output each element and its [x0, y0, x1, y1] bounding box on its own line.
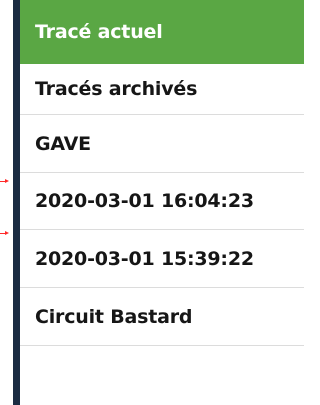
- menu-item-track-2020-03-01-153922[interactable]: 2020-03-01 15:39:22: [20, 230, 304, 287]
- menu-item-track-circuit-bastard[interactable]: Circuit Bastard: [20, 288, 304, 345]
- annotation-arrow-icon: [0, 179, 9, 183]
- menu-item-track-gave[interactable]: GAVE: [20, 115, 304, 172]
- divider: [20, 345, 304, 346]
- menu-item-track-2020-03-01-160423[interactable]: 2020-03-01 16:04:23: [20, 173, 304, 229]
- tracks-menu: Tracé actuel Tracés archivés GAVE 2020-0…: [20, 0, 304, 405]
- annotation-arrow-icon: [0, 231, 9, 235]
- menu-item-current-track[interactable]: Tracé actuel: [20, 0, 304, 64]
- device-screen: Tracé actuel Tracés archivés GAVE 2020-0…: [0, 0, 304, 405]
- menu-item-archived-tracks[interactable]: Tracés archivés: [20, 64, 304, 114]
